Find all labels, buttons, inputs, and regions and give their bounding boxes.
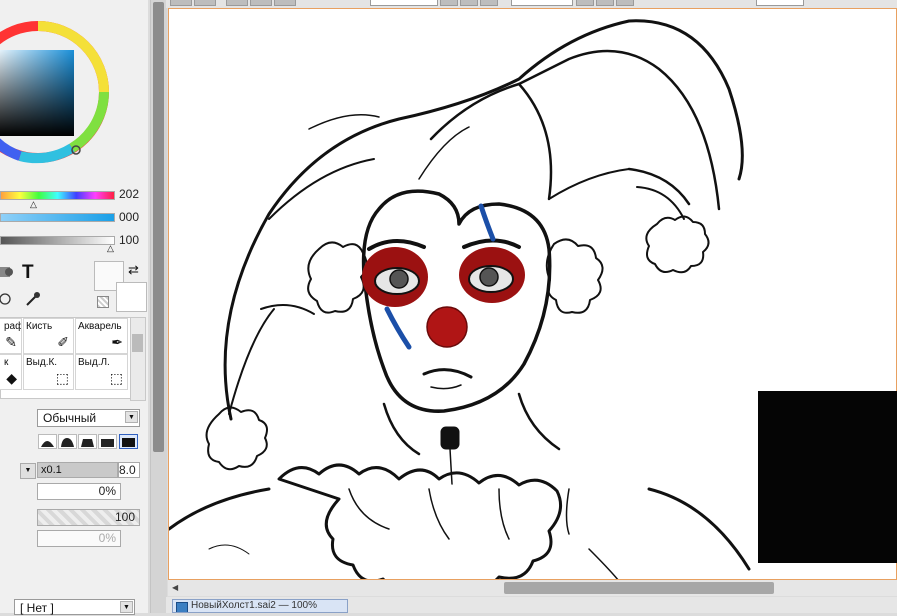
shape-hard-button[interactable] — [98, 434, 117, 449]
toolbar-button[interactable] — [596, 0, 614, 6]
toolbar-button[interactable] — [194, 0, 216, 6]
texture-strength-field[interactable]: 0% — [37, 530, 121, 547]
text-tool-icon[interactable]: T — [22, 262, 34, 284]
tool-cell-select-pen[interactable]: Выд.К. ⬚ — [23, 354, 74, 390]
chevron-down-icon: ▼ — [120, 601, 133, 613]
shape-square-button[interactable] — [119, 434, 138, 449]
toolbar-button[interactable] — [170, 0, 192, 6]
stabilizer-select[interactable] — [756, 0, 804, 6]
eraser-icon: ◆ — [6, 370, 17, 386]
document-tab[interactable]: НовыйХолст1.sai2 — 100% — [172, 599, 348, 613]
secondary-color-swatch[interactable] — [116, 282, 147, 312]
tool-label: к — [4, 357, 9, 368]
brush-tool-grid: раф ✎ Кисть ✐ Акварель ✒ к ◆ Выд.К. ⬚ Выд.Л. ⬚ — [0, 317, 131, 399]
hand-tool-icon[interactable] — [0, 292, 14, 306]
document-tab-label: НовыйХолст1.sai2 — 100% — [191, 600, 318, 611]
swap-colors-icon[interactable]: ⇄ — [128, 262, 139, 278]
value-value: 100 — [119, 233, 140, 247]
tool-label: Акварель — [78, 321, 122, 332]
toolbar-button[interactable] — [250, 0, 272, 6]
pencil-icon: ✎ — [5, 334, 17, 350]
select-eraser-icon: ⬚ — [109, 370, 123, 386]
shape-firm-button[interactable] — [78, 434, 97, 449]
tool-label: раф — [4, 321, 22, 332]
tool-cell-watercolor[interactable]: Акварель ✒ — [75, 318, 128, 354]
tool-grid-scroll-thumb[interactable] — [132, 334, 143, 352]
fill-tool-icon[interactable] — [0, 263, 14, 279]
tool-label: Выд.К. — [26, 357, 58, 368]
blend-mode-value: Обычный — [43, 411, 97, 425]
value-slider[interactable] — [0, 236, 115, 245]
brush-icon: ✐ — [57, 334, 69, 350]
saturation-slider[interactable] — [0, 213, 115, 222]
tool-cell-pencil[interactable]: раф ✎ — [0, 318, 22, 354]
hue-value: 202 — [119, 187, 140, 201]
color-wheel[interactable] — [0, 8, 115, 174]
toolbar-button[interactable] — [576, 0, 594, 6]
tool-panel: △ 202 000 △ 100 T ⇄ раф ✎ Кисть ✐ Акварель… — [0, 0, 148, 615]
toolbar-button[interactable] — [480, 0, 498, 6]
tool-cell-brush[interactable]: Кисть ✐ — [23, 318, 74, 354]
toolbar-button[interactable] — [460, 0, 478, 6]
tool-cell-select-eraser[interactable]: Выд.Л. ⬚ — [75, 354, 128, 390]
density-field[interactable]: 100 — [37, 509, 140, 526]
canvas-scroll-thumb[interactable] — [504, 582, 774, 594]
saturation-value: 000 — [119, 210, 140, 224]
panel-scroll-thumb[interactable] — [153, 2, 164, 452]
hue-slider[interactable] — [0, 191, 115, 200]
blend-mode-select[interactable]: Обычный ▼ — [37, 409, 140, 427]
brush-shape-group — [37, 434, 141, 451]
eyedropper-icon[interactable] — [24, 290, 42, 308]
canvas-horizontal-scrollbar[interactable]: ◀ — [168, 580, 897, 596]
shape-soft-button[interactable] — [38, 434, 57, 449]
toolbar — [166, 0, 897, 8]
tool-label: Выд.Л. — [78, 357, 110, 368]
toolbar-button[interactable] — [274, 0, 296, 6]
tool-label: Кисть — [26, 321, 53, 332]
document-icon — [176, 602, 188, 612]
transparent-color-icon[interactable] — [97, 296, 109, 308]
tool-grid-scrollbar[interactable] — [130, 317, 146, 401]
size-field[interactable]: 8.0 — [118, 462, 140, 478]
chevron-down-icon: ▼ — [125, 411, 138, 423]
toolbar-button[interactable] — [226, 0, 248, 6]
value-slider-marker[interactable]: △ — [107, 243, 114, 254]
hue-slider-marker[interactable]: △ — [30, 199, 37, 210]
toolbar-button[interactable] — [616, 0, 634, 6]
size-range-dropdown[interactable]: ▼ — [20, 463, 36, 479]
shape-medium-button[interactable] — [58, 434, 77, 449]
rotation-select[interactable] — [511, 0, 573, 6]
tool-cell-eraser[interactable]: к ◆ — [0, 354, 22, 390]
zoom-select[interactable] — [370, 0, 438, 6]
panel-scrollbar[interactable] — [150, 0, 167, 613]
min-size-field[interactable]: 0% — [37, 483, 121, 500]
toolbar-button[interactable] — [440, 0, 458, 6]
document-tab-bar: НовыйХолст1.sai2 — 100% — [166, 597, 897, 613]
size-multiplier[interactable]: x0.1 — [37, 462, 118, 478]
select-pen-icon: ⬚ — [55, 370, 69, 386]
scroll-left-arrow-icon[interactable]: ◀ — [172, 583, 178, 592]
navigator-preview — [758, 391, 897, 563]
watercolor-icon: ✒ — [111, 334, 123, 350]
